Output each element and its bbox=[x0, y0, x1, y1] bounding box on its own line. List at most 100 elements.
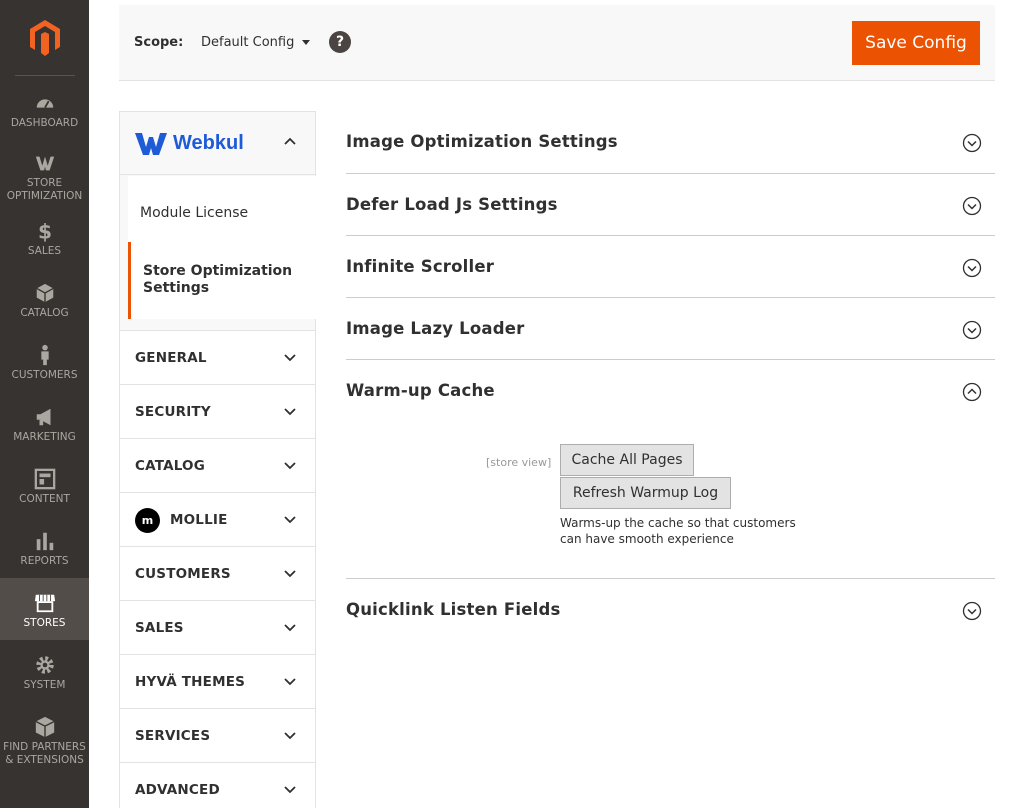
section-advanced[interactable]: ADVANCED bbox=[120, 762, 315, 808]
group-image-lazy-loader[interactable]: Image Lazy Loader bbox=[346, 298, 995, 360]
nav-item-store-optimization[interactable]: STORE OPTIMIZATION bbox=[0, 150, 89, 212]
megaphone-icon bbox=[36, 408, 50, 426]
section-sales[interactable]: SALES bbox=[120, 600, 315, 654]
webkul-logo-icon bbox=[135, 132, 167, 155]
group-title: Infinite Scroller bbox=[346, 257, 495, 276]
chevron-down-icon bbox=[284, 678, 296, 686]
chevron-down-icon bbox=[284, 570, 296, 578]
nav-label: CONTENT bbox=[19, 493, 70, 505]
bar-chart-icon bbox=[36, 532, 53, 551]
mollie-logo-icon: m bbox=[135, 508, 160, 533]
section-hyva-themes[interactable]: HYVÄ THEMES bbox=[120, 654, 315, 708]
save-config-button[interactable]: Save Config bbox=[852, 21, 980, 65]
webkul-tab-header[interactable]: Webkul bbox=[120, 112, 315, 175]
group-image-optimization-settings[interactable]: Image Optimization Settings bbox=[346, 112, 995, 174]
webkul-brand-name: Webkul bbox=[173, 132, 244, 154]
group-title: Defer Load Js Settings bbox=[346, 195, 558, 214]
admin-nav: DASHBOARD STORE OPTIMIZATION $ SALES CAT… bbox=[0, 0, 89, 808]
group-infinite-scroller[interactable]: Infinite Scroller bbox=[346, 236, 995, 298]
chevron-down-icon bbox=[284, 516, 296, 524]
refresh-warmup-log-button[interactable]: Refresh Warmup Log bbox=[560, 477, 731, 509]
box-icon bbox=[35, 283, 54, 303]
nav-item-catalog[interactable]: CATALOG bbox=[0, 280, 89, 342]
chevron-down-icon bbox=[284, 624, 296, 632]
group-title: Quicklink Listen Fields bbox=[346, 600, 561, 619]
nav-label: STORE OPTIMIZATION bbox=[6, 177, 83, 202]
magento-logo[interactable] bbox=[0, 0, 89, 76]
section-mollie[interactable]: m MOLLIE bbox=[120, 492, 315, 546]
chevron-down-icon bbox=[284, 732, 296, 740]
expand-circle-icon bbox=[962, 196, 982, 216]
section-security[interactable]: SECURITY bbox=[120, 384, 315, 438]
tab-label: Module License bbox=[140, 205, 249, 221]
tab-label: Store Optimization Settings bbox=[143, 263, 293, 296]
group-defer-load-js-settings[interactable]: Defer Load Js Settings bbox=[346, 174, 995, 236]
blocks-icon bbox=[35, 716, 54, 738]
section-label: SERVICES bbox=[135, 728, 211, 744]
nav-item-content[interactable]: CONTENT bbox=[0, 466, 89, 528]
section-label: CUSTOMERS bbox=[135, 566, 231, 582]
expand-circle-icon bbox=[962, 601, 982, 621]
section-services[interactable]: SERVICES bbox=[120, 708, 315, 762]
nav-item-customers[interactable]: CUSTOMERS bbox=[0, 342, 89, 404]
nav-label: CATALOG bbox=[20, 307, 69, 319]
nav-item-marketing[interactable]: MARKETING bbox=[0, 404, 89, 466]
store-icon bbox=[34, 594, 55, 613]
scope-label: Scope: bbox=[134, 35, 184, 50]
layout-icon bbox=[34, 468, 55, 490]
group-title: Image Lazy Loader bbox=[346, 319, 525, 338]
expand-circle-icon bbox=[962, 320, 982, 340]
scope-bar: Scope: Default Config ? Save Config bbox=[119, 5, 995, 81]
expand-circle-icon bbox=[962, 258, 982, 278]
scope-switcher[interactable]: Default Config bbox=[201, 35, 311, 50]
nav-label: DASHBOARD bbox=[10, 117, 79, 129]
chevron-down-icon bbox=[284, 462, 296, 470]
scope-value: Default Config bbox=[201, 35, 295, 50]
collapse-circle-icon bbox=[962, 382, 982, 402]
svg-text:$: $ bbox=[37, 220, 51, 242]
expand-circle-icon bbox=[962, 133, 982, 153]
cache-all-pages-button[interactable]: Cache All Pages bbox=[560, 444, 694, 476]
nav-label: CUSTOMERS bbox=[11, 369, 78, 381]
dollar-icon: $ bbox=[37, 220, 51, 242]
magento-logo-icon bbox=[29, 20, 60, 56]
section-label: CATALOG bbox=[135, 458, 205, 474]
group-quicklink-listen-fields[interactable]: Quicklink Listen Fields bbox=[346, 579, 995, 641]
tab-module-license[interactable]: Module License bbox=[128, 176, 316, 242]
nav-label: SYSTEM bbox=[23, 679, 66, 691]
tab-store-optimization-settings[interactable]: Store Optimization Settings bbox=[128, 242, 316, 319]
group-title: Image Optimization Settings bbox=[346, 132, 618, 151]
logo-divider bbox=[15, 75, 75, 76]
config-tabs: Webkul Module License Store Optimization… bbox=[119, 111, 316, 808]
section-label: SALES bbox=[135, 620, 184, 636]
nav-item-system[interactable]: SYSTEM bbox=[0, 652, 89, 714]
section-label: HYVÄ THEMES bbox=[135, 674, 246, 690]
nav-label: FIND PARTNERS & EXTENSIONS bbox=[3, 741, 86, 766]
webkul-logo: Webkul bbox=[135, 132, 244, 155]
webkul-w-icon bbox=[35, 156, 54, 171]
scope-hint: [store view] bbox=[486, 456, 552, 469]
caret-down-icon bbox=[302, 40, 311, 45]
nav-item-stores[interactable]: STORES bbox=[0, 578, 89, 640]
nav-label: SALES bbox=[27, 245, 62, 257]
section-label: SECURITY bbox=[135, 404, 211, 420]
section-label: GENERAL bbox=[135, 350, 207, 366]
gear-icon bbox=[35, 656, 54, 674]
chevron-up-icon bbox=[284, 137, 296, 145]
section-label: MOLLIE bbox=[170, 512, 228, 528]
nav-label: REPORTS bbox=[20, 555, 69, 567]
section-general[interactable]: GENERAL bbox=[120, 330, 315, 384]
section-catalog[interactable]: CATALOG bbox=[120, 438, 315, 492]
help-icon[interactable]: ? bbox=[329, 31, 351, 53]
nav-item-find-partners[interactable]: FIND PARTNERS & EXTENSIONS bbox=[0, 714, 89, 776]
dashboard-icon bbox=[36, 99, 53, 109]
chevron-down-icon bbox=[284, 786, 296, 794]
field-comment: Warms-up the cache so that customers can… bbox=[560, 516, 796, 546]
nav-label: MARKETING bbox=[13, 431, 76, 443]
section-label: ADVANCED bbox=[135, 782, 220, 798]
nav-label: STORES bbox=[23, 617, 66, 629]
chevron-down-icon bbox=[284, 354, 296, 362]
section-customers[interactable]: CUSTOMERS bbox=[120, 546, 315, 600]
nav-item-sales[interactable]: $ SALES bbox=[0, 218, 89, 280]
nav-item-dashboard[interactable]: DASHBOARD bbox=[0, 90, 89, 152]
